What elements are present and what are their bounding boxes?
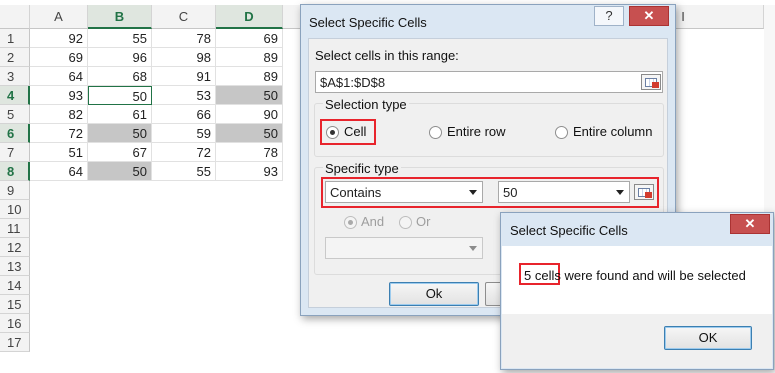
row-header[interactable]: 17 xyxy=(0,333,30,352)
range-picker-button[interactable] xyxy=(641,74,661,90)
message-footer: OK xyxy=(502,314,772,368)
entire-column-radio[interactable] xyxy=(555,126,568,139)
cell-radio[interactable] xyxy=(326,126,339,139)
table-cell[interactable]: 53 xyxy=(152,86,216,105)
value-text: 50 xyxy=(503,185,518,200)
chevron-down-icon xyxy=(616,190,624,195)
column-header-d[interactable]: D xyxy=(216,5,283,29)
table-cell[interactable]: 66 xyxy=(152,105,216,124)
selected-cell[interactable]: 50 xyxy=(216,124,283,143)
table-cell[interactable]: 93 xyxy=(30,86,88,105)
found-count: 5 cells xyxy=(524,268,561,283)
table-cell[interactable]: 96 xyxy=(88,48,152,67)
or-radio[interactable] xyxy=(399,216,412,229)
cell-option-label[interactable]: Cell xyxy=(344,124,366,139)
row-header[interactable]: 12 xyxy=(0,238,30,257)
table-cell[interactable]: 64 xyxy=(30,67,88,86)
or-label: Or xyxy=(416,214,431,229)
row-header[interactable]: 15 xyxy=(0,295,30,314)
column-header-c[interactable]: C xyxy=(152,5,216,29)
table-cell[interactable]: 78 xyxy=(152,29,216,48)
table-cell[interactable]: 51 xyxy=(30,143,88,162)
table-cell[interactable]: 59 xyxy=(152,124,216,143)
table-cell[interactable]: 98 xyxy=(152,48,216,67)
table-cell[interactable]: 61 xyxy=(88,105,152,124)
row-header[interactable]: 2 xyxy=(0,48,30,67)
result-message-dialog: Select Specific Cells ✕ 5 cells were fou… xyxy=(500,212,774,370)
chevron-down-icon xyxy=(469,246,477,251)
row-header[interactable]: 6 xyxy=(0,124,30,143)
second-condition-dropdown[interactable] xyxy=(325,237,483,259)
help-button[interactable]: ? xyxy=(594,6,624,26)
table-cell[interactable]: 82 xyxy=(30,105,88,124)
active-cell[interactable]: 50 xyxy=(88,86,152,105)
table-cell[interactable]: 64 xyxy=(30,162,88,181)
row-header[interactable]: 8 xyxy=(0,162,30,181)
range-input[interactable]: $A$1:$D$8 xyxy=(315,71,663,93)
column-header-a[interactable]: A xyxy=(30,5,88,29)
table-cell[interactable]: 72 xyxy=(30,124,88,143)
row-header[interactable]: 10 xyxy=(0,200,30,219)
and-radio[interactable] xyxy=(344,216,357,229)
select-all-corner[interactable] xyxy=(0,5,30,29)
table-cell[interactable]: 89 xyxy=(216,48,283,67)
dialog-title: Select Specific Cells xyxy=(309,15,427,30)
table-cell[interactable]: 69 xyxy=(216,29,283,48)
table-cell[interactable]: 89 xyxy=(216,67,283,86)
range-value: $A$1:$D$8 xyxy=(320,75,386,90)
row-header[interactable]: 3 xyxy=(0,67,30,86)
close-icon: ✕ xyxy=(643,8,655,23)
table-cell[interactable]: 72 xyxy=(152,143,216,162)
chevron-down-icon xyxy=(469,190,477,195)
found-rest: were found and will be selected xyxy=(560,268,746,283)
entire-row-label[interactable]: Entire row xyxy=(447,124,506,139)
row-header[interactable]: 13 xyxy=(0,257,30,276)
table-cell[interactable]: 93 xyxy=(216,162,283,181)
message-body: 5 cells were found and will be selected xyxy=(502,246,772,314)
selected-cell[interactable]: 50 xyxy=(88,124,152,143)
close-icon: ✕ xyxy=(744,216,756,231)
table-cell[interactable]: 78 xyxy=(216,143,283,162)
message-ok-button[interactable]: OK xyxy=(664,326,752,350)
dialog-close-button[interactable]: ✕ xyxy=(629,6,669,26)
table-cell[interactable]: 55 xyxy=(88,29,152,48)
selection-type-label: Selection type xyxy=(323,97,409,112)
condition-dropdown[interactable]: Contains xyxy=(325,181,483,203)
condition-value: Contains xyxy=(330,185,382,200)
ok-button[interactable]: Ok xyxy=(389,282,479,306)
specific-type-label: Specific type xyxy=(323,161,401,176)
table-cell[interactable]: 67 xyxy=(88,143,152,162)
row-header[interactable]: 16 xyxy=(0,314,30,333)
table-cell[interactable]: 90 xyxy=(216,105,283,124)
entire-column-label[interactable]: Entire column xyxy=(573,124,652,139)
table-cell[interactable]: 69 xyxy=(30,48,88,67)
message-title: Select Specific Cells xyxy=(510,223,628,238)
table-cell[interactable]: 92 xyxy=(30,29,88,48)
entire-row-radio[interactable] xyxy=(429,126,442,139)
and-label: And xyxy=(361,214,385,229)
row-header[interactable]: 14 xyxy=(0,276,30,295)
help-icon: ? xyxy=(605,8,613,23)
range-label: Select cells in this range: xyxy=(315,48,459,63)
row-header[interactable]: 4 xyxy=(0,86,30,105)
message-text: 5 cells were found and will be selected xyxy=(524,268,746,283)
value-picker-button[interactable] xyxy=(634,184,654,200)
row-header[interactable]: 9 xyxy=(0,181,30,200)
table-cell[interactable]: 68 xyxy=(88,67,152,86)
row-header[interactable]: 5 xyxy=(0,105,30,124)
message-close-button[interactable]: ✕ xyxy=(730,214,770,234)
column-header-b[interactable]: B xyxy=(88,5,152,29)
row-header[interactable]: 11 xyxy=(0,219,30,238)
selected-cell[interactable]: 50 xyxy=(88,162,152,181)
table-cell[interactable]: 55 xyxy=(152,162,216,181)
value-dropdown[interactable]: 50 xyxy=(498,181,630,203)
row-header[interactable]: 1 xyxy=(0,29,30,48)
table-cell[interactable]: 91 xyxy=(152,67,216,86)
selected-cell[interactable]: 50 xyxy=(216,86,283,105)
row-header[interactable]: 7 xyxy=(0,143,30,162)
